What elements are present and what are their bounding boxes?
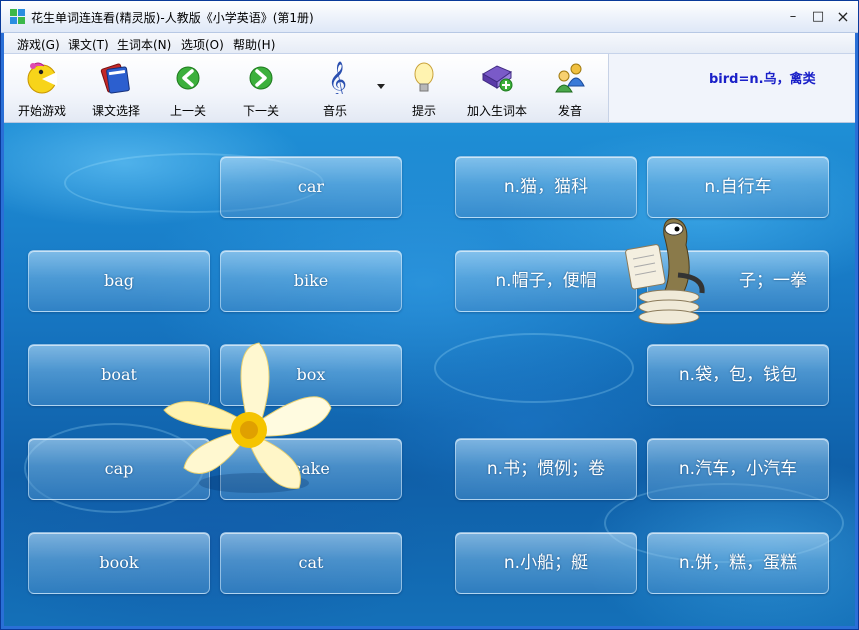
word-card-english[interactable]: book (28, 532, 210, 594)
reading-worm-character-icon (625, 218, 705, 325)
svg-text:𝄞: 𝄞 (328, 60, 347, 94)
menu-help[interactable]: 帮助(H) (233, 36, 275, 53)
word-card-chinese[interactable]: n.汽车，小汽车 (647, 438, 829, 500)
pacman-icon (27, 62, 57, 94)
word-definition-text: bird=n.乌，禽类 (709, 72, 816, 87)
previous-level-button[interactable]: 上一关 (156, 56, 220, 120)
menu-game[interactable]: 游戏(G) (17, 36, 60, 53)
speaker-people-icon (555, 63, 585, 93)
word-card-chinese[interactable]: n.帽子，便帽 (455, 250, 637, 312)
word-card-english[interactable]: car (220, 156, 402, 218)
music-dropdown-arrow[interactable] (377, 84, 385, 89)
word-card-chinese[interactable]: n.饼，糕，蛋糕 (647, 532, 829, 594)
word-card-english[interactable]: bike (220, 250, 402, 312)
books-icon (100, 63, 130, 94)
menu-options[interactable]: 选项(O) (181, 36, 224, 53)
word-card-chinese[interactable]: n.猫，猫科 (455, 156, 637, 218)
hint-label: 提示 (411, 104, 436, 118)
next-level-label: 下一关 (242, 104, 279, 118)
word-card-chinese[interactable]: n.袋，包，钱包 (647, 344, 829, 406)
menu-bar: 游戏(G) 课文(T) 生词本(N) 选项(O) 帮助(H) (4, 33, 855, 54)
previous-level-label: 上一关 (169, 104, 206, 118)
add-to-vocab-label: 加入生词本 (466, 104, 527, 118)
start-game-label: 开始游戏 (17, 104, 66, 118)
title-bar: 花生单词连连看(精灵版)-人教版《小学英语》(第1册) – □ × (1, 1, 858, 33)
menu-lesson[interactable]: 课文(T) (68, 36, 109, 53)
word-card-chinese[interactable]: n.自行车 (647, 156, 829, 218)
close-button[interactable]: × (833, 8, 853, 26)
pronounce-label: 发音 (557, 104, 582, 118)
select-lesson-label: 课文选择 (91, 104, 140, 118)
app-grid-icon (10, 9, 26, 25)
word-info-panel: bird=n.乌，禽类 (608, 54, 855, 123)
next-level-button[interactable]: 下一关 (229, 56, 293, 120)
word-card-chinese[interactable]: n.书；惯例；卷 (455, 438, 637, 500)
word-card-english[interactable]: bag (28, 250, 210, 312)
toolbar: 开始游戏 课文选择 上一关 下一关 𝄞 音乐 提示 加入生词本 发音 (4, 54, 608, 123)
add-book-icon (481, 65, 513, 92)
maximize-button[interactable]: □ (808, 8, 828, 26)
water-ripple (434, 333, 634, 403)
word-card-english[interactable]: cat (220, 532, 402, 594)
menu-vocab-book[interactable]: 生词本(N) (117, 36, 171, 53)
game-board: car n.猫，猫科 n.自行车 bag bike n.帽子，便帽 子；一拳 b… (4, 123, 855, 626)
app-window: 花生单词连连看(精灵版)-人教版《小学英语》(第1册) – □ × 游戏(G) … (0, 0, 859, 630)
frangipani-flower-icon (163, 342, 332, 493)
start-game-button[interactable]: 开始游戏 (10, 56, 74, 120)
arrow-left-icon (176, 66, 200, 90)
music-button[interactable]: 𝄞 音乐 (303, 56, 367, 120)
word-card-chinese[interactable]: n.小船；艇 (455, 532, 637, 594)
treble-clef-icon: 𝄞 (328, 60, 347, 99)
add-to-vocab-button[interactable]: 加入生词本 (461, 56, 533, 120)
select-lesson-button[interactable]: 课文选择 (84, 56, 148, 120)
music-label: 音乐 (322, 104, 347, 118)
lightbulb-icon (414, 62, 434, 92)
window-title: 花生单词连连看(精灵版)-人教版《小学英语》(第1册) (31, 11, 314, 25)
pronounce-button[interactable]: 发音 (538, 56, 602, 120)
minimize-button[interactable]: – (783, 8, 803, 26)
arrow-right-icon (249, 66, 273, 90)
hint-button[interactable]: 提示 (392, 56, 456, 120)
